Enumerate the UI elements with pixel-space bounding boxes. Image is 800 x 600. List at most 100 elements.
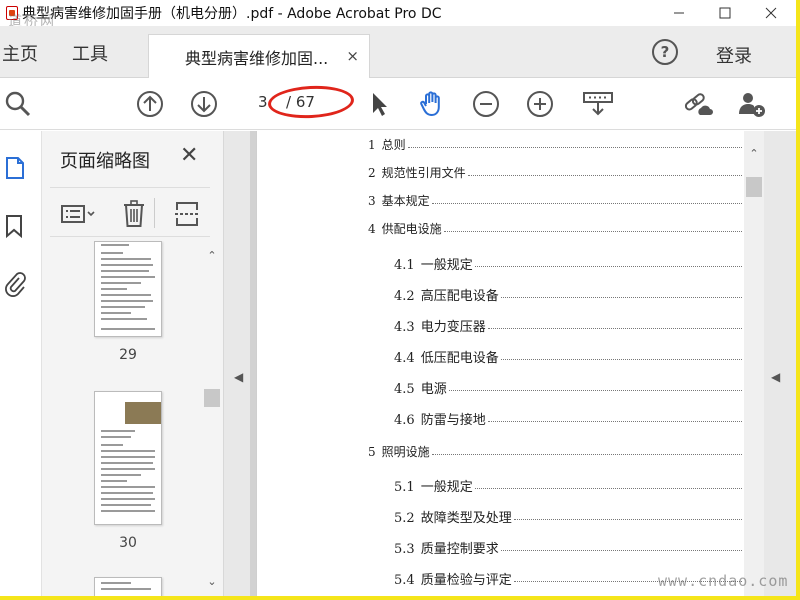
close-panel-button[interactable]: ✕ <box>180 143 198 168</box>
thumbnail-page[interactable] <box>94 577 162 596</box>
toc-leader-dots <box>448 390 742 391</box>
toc-leader-dots <box>443 231 742 232</box>
toc-entry-number: 4.4 <box>394 351 415 366</box>
toc-entry-number: 5.2 <box>394 511 415 526</box>
current-page-input[interactable]: 3 <box>258 93 268 111</box>
thumbnail-page-number: 30 <box>119 535 137 551</box>
page-number-field[interactable]: 3 / 67 <box>244 90 338 116</box>
tab-home[interactable]: 主页 <box>2 40 38 66</box>
scroll-up-icon[interactable]: ⌃ <box>746 147 762 160</box>
page-up-icon[interactable] <box>136 90 164 118</box>
help-icon[interactable]: ? <box>652 39 678 65</box>
total-pages-label: / 67 <box>286 93 315 111</box>
toc-entry-number: 4 <box>368 222 376 236</box>
toc-entry[interactable]: 1 总则 <box>368 136 406 153</box>
expand-right-panel-icon[interactable]: ◀ <box>771 370 780 384</box>
toc-entry[interactable]: 4 供配电设施 <box>368 220 442 237</box>
tab-document-label: 典型病害维修加固... <box>185 48 329 68</box>
toc-entry-label: 一般规定 <box>420 258 473 273</box>
thumbnail-list: 29 30 <box>42 241 202 596</box>
toc-entry-number: 5.3 <box>394 542 415 557</box>
tab-tools[interactable]: 工具 <box>72 40 108 66</box>
thumbnail-page[interactable] <box>94 241 162 337</box>
delete-page-button[interactable] <box>122 200 146 228</box>
collapse-left-panel-icon[interactable]: ◀ <box>234 370 243 384</box>
keyboard-icon[interactable] <box>582 90 614 118</box>
zoom-out-icon[interactable] <box>472 90 500 118</box>
split-page-button[interactable] <box>174 200 200 228</box>
toc-entry-number: 3 <box>368 194 376 208</box>
toc-entry[interactable]: 4.6 防雷与接地 <box>394 409 486 428</box>
toc-leader-dots <box>467 175 742 176</box>
trash-icon <box>124 200 144 227</box>
toc-leader-dots <box>474 266 742 267</box>
toc-entry-number: 4.1 <box>394 258 415 273</box>
toc-entry-label: 照明设施 <box>381 445 430 459</box>
toc-entry-label: 总则 <box>381 138 406 152</box>
toc-entry-number: 5 <box>368 445 376 459</box>
close-window-button[interactable] <box>748 0 794 26</box>
toc-entry[interactable]: 5.2 故障类型及处理 <box>394 507 512 526</box>
toc-leader-dots <box>487 328 742 329</box>
toc-entry[interactable]: 5.4 质量检验与评定 <box>394 569 512 588</box>
toc-entry-number: 4.5 <box>394 382 415 397</box>
tab-document[interactable]: 典型病害维修加固... × <box>148 34 370 78</box>
toc-entry-label: 电力变压器 <box>420 320 486 335</box>
scroll-down-icon[interactable]: ⌄ <box>204 575 220 588</box>
toc-leader-dots <box>474 488 742 489</box>
window-controls <box>656 0 794 26</box>
watermark-bottom: www.cndao.com <box>658 572 789 590</box>
scrollbar-thumb[interactable] <box>204 389 220 407</box>
toc-entry[interactable]: 5 照明设施 <box>368 443 430 460</box>
add-user-icon[interactable] <box>736 90 768 118</box>
thumbnail-options-button[interactable] <box>60 200 100 228</box>
toc-entry[interactable]: 3 基本规定 <box>368 192 430 209</box>
close-icon <box>765 7 777 19</box>
thumbnail-page[interactable] <box>94 391 162 525</box>
toc-entry[interactable]: 4.4 低压配电设备 <box>394 347 499 366</box>
toc-entry-number: 1 <box>368 138 376 152</box>
toc-entry[interactable]: 4.5 电源 <box>394 378 447 397</box>
page-thumbnails-icon[interactable] <box>4 155 26 181</box>
toc-entry-label: 质量控制要求 <box>420 542 499 557</box>
split-icon <box>175 202 199 226</box>
select-cursor-icon[interactable] <box>364 90 392 118</box>
toc-entry-label: 质量检验与评定 <box>420 573 512 588</box>
toc-entry[interactable]: 4.3 电力变压器 <box>394 316 486 335</box>
toc-entry-label: 规范性引用文件 <box>381 166 466 180</box>
tab-close-button[interactable]: × <box>346 47 359 65</box>
zoom-in-icon[interactable] <box>526 90 554 118</box>
toc-entry[interactable]: 2 规范性引用文件 <box>368 164 466 181</box>
tab-bar: 主页 工具 典型病害维修加固... × ? 登录 <box>0 26 800 78</box>
toc-entry[interactable]: 5.1 一般规定 <box>394 476 473 495</box>
toc-entry[interactable]: 5.3 质量控制要求 <box>394 538 499 557</box>
toc-entry-label: 电源 <box>420 382 447 397</box>
thumbnail-scrollbar[interactable]: ⌃ ⌄ <box>200 245 220 593</box>
scroll-up-icon[interactable]: ⌃ <box>204 249 220 262</box>
zoom-icon[interactable] <box>4 90 32 118</box>
minimize-icon <box>674 12 684 14</box>
options-menu-icon <box>61 205 95 223</box>
page-down-icon[interactable] <box>190 90 218 118</box>
toc-entry-label: 供配电设施 <box>381 222 442 236</box>
toc-entry[interactable]: 4.2 高压配电设备 <box>394 285 499 304</box>
attachment-icon[interactable] <box>4 271 26 297</box>
bookmark-icon[interactable] <box>4 213 26 239</box>
toc-entry-label: 故障类型及处理 <box>420 511 512 526</box>
toolbar <box>0 78 800 130</box>
login-button[interactable]: 登录 <box>716 42 752 68</box>
navigation-rail <box>0 131 42 596</box>
minimize-button[interactable] <box>656 0 702 26</box>
toc-entry-number: 4.3 <box>394 320 415 335</box>
toc-entry-label: 防雷与接地 <box>420 413 486 428</box>
toc-entry-label: 基本规定 <box>381 194 430 208</box>
thumbnail-page-number: 29 <box>119 347 137 363</box>
document-scrollbar[interactable]: ⌃ <box>744 131 764 596</box>
thumbnails-panel: 页面缩略图 ✕ 29 30 ⌃ ⌄ <box>42 131 224 596</box>
share-link-icon[interactable] <box>682 90 714 118</box>
scrollbar-thumb[interactable] <box>746 177 762 197</box>
maximize-button[interactable] <box>702 0 748 26</box>
thumbnail-image <box>125 402 161 424</box>
toc-entry[interactable]: 4.1 一般规定 <box>394 254 473 273</box>
hand-tool-icon[interactable] <box>418 90 446 118</box>
